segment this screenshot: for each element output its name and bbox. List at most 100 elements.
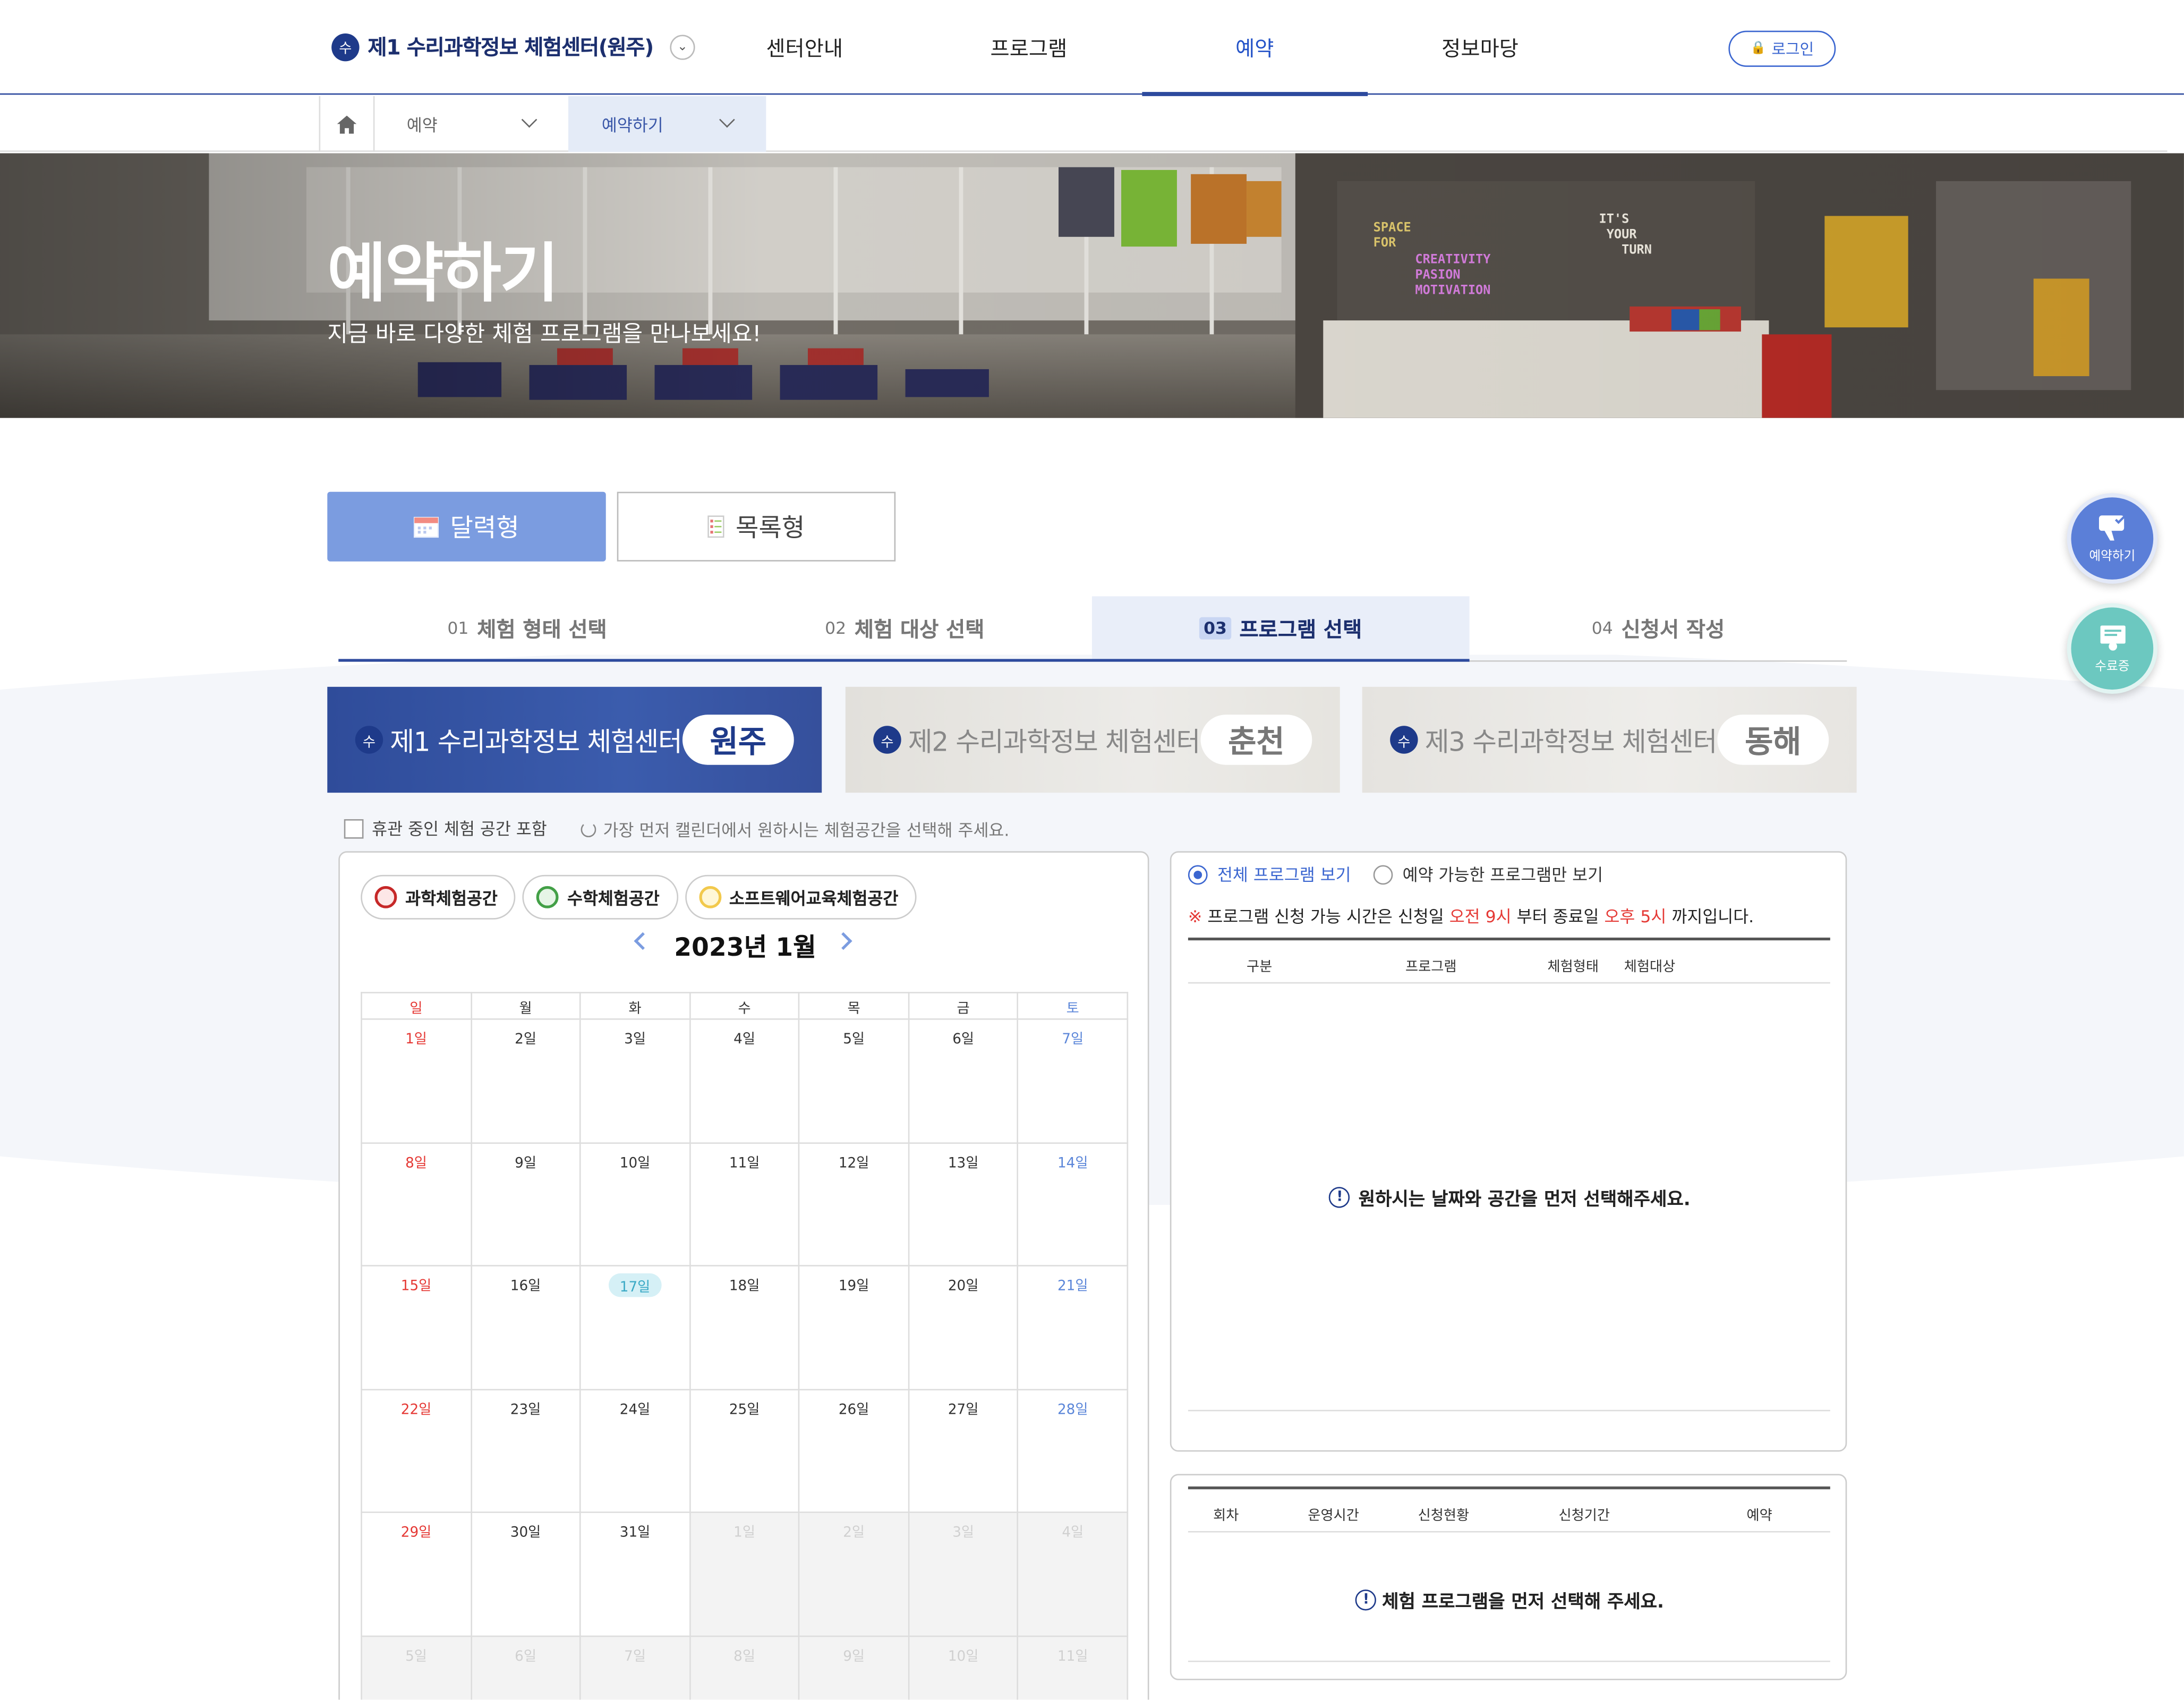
center-switch-chevron-icon[interactable]: ⌄: [670, 34, 695, 60]
breadcrumb-level1-select[interactable]: 예약: [376, 96, 568, 152]
calendar-day[interactable]: 3일: [579, 1018, 690, 1143]
calendar-day[interactable]: 10일: [579, 1142, 690, 1267]
tag-math-space[interactable]: 수학체험공간: [523, 874, 678, 920]
program-list-panel: 전체 프로그램 보기 예약 가능한 프로그램만 보기 ※ 프로그램 신청 가능 …: [1170, 851, 1848, 1452]
calendar-day[interactable]: 18일: [689, 1265, 800, 1390]
tag-software-space[interactable]: 소프트웨어교육체험공간: [684, 874, 917, 920]
calendar-day[interactable]: 12일: [798, 1142, 909, 1267]
tag-label: 과학체험공간: [405, 888, 498, 908]
nav-program[interactable]: 프로그램: [991, 33, 1068, 63]
hero-banner: SPACE FOR CREATIVITY PASION MOTIVATION I…: [0, 153, 2184, 418]
step-1: 01 체험 형태 선택: [338, 596, 716, 660]
session-empty-message: 체험 프로그램을 먼저 선택해 주세요.: [1382, 1592, 1665, 1613]
radio-button[interactable]: [1188, 864, 1208, 884]
chevron-down-icon: [521, 112, 538, 128]
calendar-day[interactable]: 23일: [470, 1388, 581, 1514]
calendar-day[interactable]: 26일: [798, 1388, 909, 1514]
step-label: 프로그램 선택: [1239, 616, 1362, 642]
calendar-day-today[interactable]: 17일: [579, 1265, 690, 1390]
logo-brain-icon: 수: [331, 32, 360, 61]
radio-button[interactable]: [1373, 864, 1393, 884]
step-2: 02 체험 대상 선택: [716, 596, 1094, 660]
refresh-icon: [581, 822, 596, 838]
step-label: 체험 대상 선택: [854, 616, 985, 642]
include-closed-label: 휴관 중인 체험 공간 포함: [372, 819, 547, 839]
tag-label: 소프트웨어교육체험공간: [729, 888, 899, 908]
column-header: 신청기간: [1558, 1509, 1610, 1524]
chevron-down-icon: [719, 112, 735, 128]
calendar-view-button[interactable]: 달력형: [327, 491, 606, 562]
calendar-panel: 과학체험공간 수학체험공간 소프트웨어교육체험공간 2023년 1월 일 월 화…: [338, 851, 1149, 1700]
breadcrumb-level2-select[interactable]: 예약하기: [568, 96, 766, 152]
math-bulb-icon: [536, 886, 559, 908]
floating-reserve-button[interactable]: 예약하기: [2067, 493, 2158, 584]
reservation-steps: 01 체험 형태 선택 02 체험 대상 선택 03 프로그램 선택 04 신청…: [338, 596, 1847, 662]
nav-center-info[interactable]: 센터안내: [766, 33, 843, 63]
calendar-day[interactable]: 13일: [908, 1142, 1019, 1267]
tag-label: 수학체험공간: [567, 888, 660, 908]
center-card-donghae[interactable]: 수 제3 수리과학정보 체험센터 동해: [1362, 686, 1857, 793]
notice-text-1: 프로그램 신청 가능 시간은 신청일: [1207, 907, 1444, 926]
login-button[interactable]: 🔒 로그인: [1728, 30, 1836, 67]
nav-info-board[interactable]: 정보마당: [1441, 33, 1518, 63]
list-view-button[interactable]: 목록형: [617, 491, 896, 562]
site-logo[interactable]: 수 제1 수리과학정보 체험센터(원주) ⌄: [331, 32, 695, 61]
checkbox-box[interactable]: [344, 818, 364, 838]
step-progress-bar: [338, 659, 1470, 662]
calendar-day[interactable]: 2일: [470, 1018, 581, 1143]
weekday-header: 화: [579, 992, 690, 1020]
column-header: 프로그램: [1405, 959, 1457, 975]
weekday-header: 일: [361, 992, 472, 1020]
calendar-day[interactable]: 20일: [908, 1265, 1019, 1390]
calendar-day[interactable]: 9일: [470, 1142, 581, 1267]
center-card-wonju[interactable]: 수 제1 수리과학정보 체험센터 원주: [327, 686, 822, 793]
nav-reservation[interactable]: 예약: [1235, 33, 1274, 63]
column-header: 신청현황: [1418, 1509, 1470, 1524]
calendar-day[interactable]: 11일: [689, 1142, 800, 1267]
radio-label: 예약 가능한 프로그램만 보기: [1402, 865, 1603, 885]
calendar-day-disabled: 8일: [689, 1635, 800, 1700]
calendar-day[interactable]: 19일: [798, 1265, 909, 1390]
step-number: 02: [825, 618, 847, 639]
calendar-day[interactable]: 28일: [1017, 1388, 1129, 1514]
calendar-day[interactable]: 24일: [579, 1388, 690, 1514]
step-3: 03 프로그램 선택: [1091, 596, 1470, 661]
calendar-day[interactable]: 14일: [1017, 1142, 1129, 1267]
calendar-day[interactable]: 4일: [689, 1018, 800, 1143]
center-name: 제3 수리과학정보 체험센터: [1424, 726, 1718, 758]
step-number: 04: [1591, 618, 1613, 639]
lock-icon: 🔒: [1750, 41, 1766, 56]
floating-certificate-button[interactable]: 수료증: [2067, 603, 2158, 694]
include-closed-checkbox[interactable]: 휴관 중인 체험 공간 포함: [344, 817, 547, 840]
session-list-panel: 회차 운영시간 신청현황 신청기간 예약 ! 체험 프로그램을 먼저 선택해 주…: [1170, 1474, 1847, 1680]
calendar-day[interactable]: 1일: [361, 1018, 472, 1143]
calendar-day[interactable]: 8일: [361, 1142, 472, 1267]
info-icon: !: [1329, 1187, 1350, 1208]
hand-reserve-icon: [2098, 514, 2125, 540]
calendar-day[interactable]: 15일: [361, 1265, 472, 1390]
calendar-day[interactable]: 31일: [579, 1512, 690, 1637]
calendar-day[interactable]: 5일: [798, 1018, 909, 1143]
program-empty-state: ! 원하시는 날짜와 공간을 먼저 선택해주세요.: [1171, 1184, 1848, 1211]
calendar-day[interactable]: 16일: [470, 1265, 581, 1390]
center-city-badge: 춘천: [1200, 715, 1312, 765]
calendar-day[interactable]: 7일: [1017, 1018, 1129, 1143]
tag-science-space[interactable]: 과학체험공간: [361, 874, 516, 920]
calendar-day[interactable]: 30일: [470, 1512, 581, 1637]
radio-all-programs[interactable]: 전체 프로그램 보기: [1188, 862, 1351, 886]
calendar-day[interactable]: 21일: [1017, 1265, 1129, 1390]
notice-start-time: 오전 9시: [1449, 907, 1512, 926]
page-subtitle: 지금 바로 다양한 체험 프로그램을 만나보세요!: [327, 320, 762, 347]
calendar-day[interactable]: 27일: [908, 1388, 1019, 1514]
calendar-day[interactable]: 6일: [908, 1018, 1019, 1143]
home-icon[interactable]: [319, 96, 375, 152]
wall-sign-space-for: SPACE FOR: [1373, 221, 1411, 251]
program-table-header: 구분 프로그램 체험형태 체험대상: [1188, 937, 1830, 984]
calendar-icon: [414, 516, 439, 538]
calendar-day[interactable]: 22일: [361, 1388, 472, 1514]
breadcrumb-level1-label: 예약: [406, 115, 438, 135]
calendar-day[interactable]: 25일: [689, 1388, 800, 1514]
center-card-chuncheon[interactable]: 수 제2 수리과학정보 체험센터 춘천: [845, 686, 1340, 793]
radio-available-programs[interactable]: 예약 가능한 프로그램만 보기: [1373, 862, 1603, 886]
calendar-day[interactable]: 29일: [361, 1512, 472, 1637]
